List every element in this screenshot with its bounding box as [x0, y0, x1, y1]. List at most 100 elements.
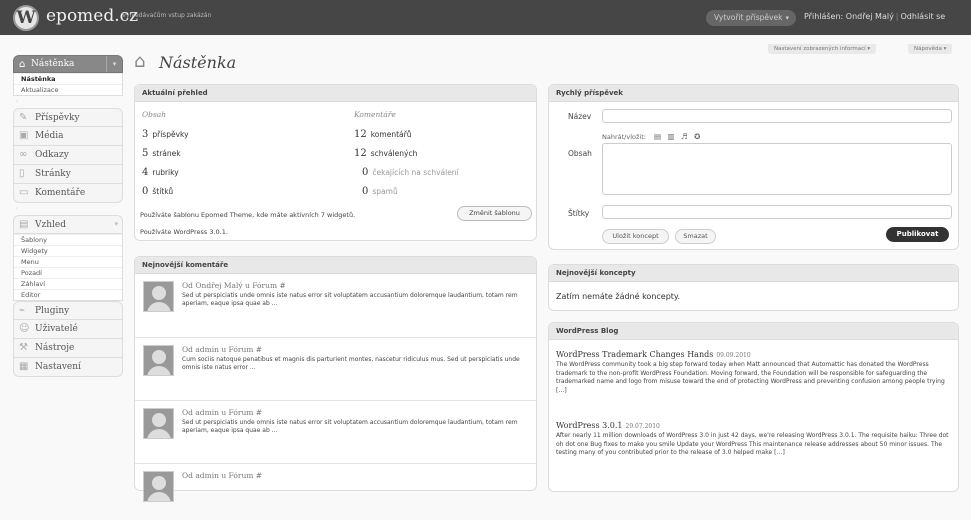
blog-post: WordPress Trademark Changes Hands 09.09.2… — [556, 350, 954, 395]
avatar — [143, 281, 174, 312]
stat-row[interactable]: 4 rubriky — [142, 167, 179, 178]
save-draft-button[interactable]: Uložit koncept — [602, 229, 669, 244]
menu-settings[interactable]: ▦ Nastavení — [13, 358, 123, 377]
dashboard-submenu: Nástěnka Aktualizace — [13, 73, 123, 96]
stat-row[interactable]: 12 komentářů — [354, 129, 411, 140]
reset-button[interactable]: Smazat — [675, 229, 716, 244]
avatar — [143, 408, 174, 439]
menu-plugins[interactable]: ⌁ Pluginy — [13, 301, 123, 320]
submenu-item-themes[interactable]: Šablony — [14, 234, 122, 245]
site-visibility-note[interactable]: Vyhledávačům vstup zakázán — [122, 12, 211, 19]
content-label: Obsah — [568, 149, 592, 158]
pin-icon: ✎ — [19, 112, 28, 123]
screen-options-tab[interactable]: Nastavení zobrazených informací ▾ — [768, 44, 877, 54]
menu-media[interactable]: ▣ Média — [13, 127, 123, 146]
comment-author[interactable]: Od admin u Fórum # — [182, 471, 262, 480]
submenu-item-updates[interactable]: Aktualizace — [14, 84, 122, 95]
logout-link[interactable]: Odhlásit se — [901, 12, 946, 21]
theme-info: Používáte šablonu Epomed Theme, kde máte… — [140, 211, 356, 219]
favorite-actions-button[interactable]: Vytvořit příspěvek ▾ — [706, 10, 796, 26]
submenu-item-widgets[interactable]: Widgety — [14, 245, 122, 256]
tags-input[interactable] — [602, 205, 952, 219]
wordpress-blog-widget: WordPress Blog WordPress Trademark Chang… — [548, 322, 959, 492]
stat-row[interactable]: 0 štítků — [142, 186, 173, 197]
right-now-widget: Aktuální přehled Obsah Komentáře 3 příspě… — [134, 84, 537, 241]
tags-label: Štítky — [568, 209, 590, 218]
change-theme-button[interactable]: Změnit šablonu — [457, 206, 532, 221]
blog-post-title[interactable]: WordPress Trademark Changes Hands — [556, 350, 713, 359]
chevron-down-icon[interactable]: ▾ — [785, 10, 789, 26]
menu-pages[interactable]: ▯ Stránky — [13, 165, 123, 184]
blog-post-title[interactable]: WordPress 3.0.1 — [556, 421, 623, 430]
page-title: Nástěnka — [159, 53, 237, 72]
version-info: Používáte WordPress 3.0.1. — [140, 228, 228, 236]
menu-tools-label: Nástroje — [35, 343, 75, 353]
menu-users-label: Uživatelé — [35, 324, 78, 334]
recent-comments-widget: Nejnovější komentáře Od Ondřej Malý u Fó… — [134, 256, 537, 502]
menu-comments[interactable]: ▭ Komentáře — [13, 184, 123, 203]
comments-column-header: Komentáře — [354, 110, 396, 119]
stat-row[interactable]: 0 čekajících na schválení — [362, 167, 459, 178]
blog-post-date: 09.09.2010 — [716, 352, 751, 359]
favorite-actions-label: Vytvořit příspěvek — [714, 13, 783, 22]
title-input[interactable] — [602, 109, 952, 123]
media-buttons-icon[interactable]: ▤ ▥ ♬ ✪ — [654, 132, 702, 141]
help-tab[interactable]: Nápověda ▾ — [908, 44, 953, 54]
submenu-item-editor[interactable]: Editor — [14, 289, 122, 300]
submenu-item-background[interactable]: Pozadí — [14, 267, 122, 278]
widget-title[interactable]: Nejnovější komentáře — [135, 257, 536, 274]
menu-dashboard[interactable]: ⌂ Nástěnka ▾ — [13, 55, 123, 73]
menu-media-label: Média — [35, 131, 64, 141]
menu-appearance[interactable]: ▤ Vzhled ▾ — [13, 215, 123, 234]
blog-post: WordPress 3.0.1 29.07.2010 After nearly 1… — [556, 421, 954, 458]
comment-excerpt: Sed ut perspiciatis unde omnis iste natu… — [182, 292, 518, 307]
plugin-icon: ⌁ — [19, 305, 26, 316]
submenu-item-header[interactable]: Záhlaví — [14, 278, 122, 289]
submenu-item-menus[interactable]: Menu — [14, 256, 122, 267]
comment-author[interactable]: Od admin u Fórum # — [182, 408, 262, 417]
comment-author[interactable]: Od Ondřej Malý u Fórum # — [182, 281, 286, 290]
no-drafts-message: Zatím nemáte žádné koncepty. — [556, 292, 681, 301]
user-name-link[interactable]: Přihlášen: Ondřej Malý — [804, 12, 894, 21]
widget-title[interactable]: Nejnovější koncepty — [549, 265, 958, 282]
submenu-item-dashboard[interactable]: Nástěnka — [14, 73, 122, 84]
quick-press-widget: Rychlý příspěvek Název Nahrát/vložit: ▤ … — [548, 84, 959, 250]
stat-row[interactable]: 5 stránek — [142, 148, 181, 159]
menu-toggle-icon[interactable]: ▾ — [114, 220, 118, 228]
title-label: Název — [568, 112, 592, 121]
menu-tools[interactable]: ⚒ Nástroje — [13, 339, 123, 358]
stat-row[interactable]: 0 spamů — [362, 186, 398, 197]
user-info: Přihlášen: Ondřej Malý | Odhlásit se — [804, 12, 946, 21]
comment-item: Od admin u Fórum # Sed ut perspiciatis un… — [135, 400, 536, 457]
stat-row[interactable]: 3 příspěvky — [142, 129, 189, 140]
widget-title[interactable]: Rychlý příspěvek — [549, 85, 958, 102]
content-textarea[interactable] — [602, 143, 952, 195]
widget-title[interactable]: WordPress Blog — [549, 323, 958, 340]
wordpress-logo-icon[interactable]: W — [13, 5, 39, 31]
menu-plugins-label: Pluginy — [35, 306, 70, 316]
blog-post-date: 29.07.2010 — [625, 423, 660, 430]
menu-posts[interactable]: ✎ Příspěvky — [13, 108, 123, 127]
admin-menu: ⌂ Nástěnka ▾ Nástěnka Aktualizace ◦ ✎ Pří… — [13, 55, 123, 377]
content-column-header: Obsah — [142, 110, 167, 119]
settings-icon: ▦ — [19, 361, 29, 372]
upload-label: Nahrát/vložit: — [602, 133, 646, 141]
appearance-submenu: Šablony Widgety Menu Pozadí Záhlaví Edit… — [13, 234, 123, 301]
stat-row[interactable]: 12 schválených — [354, 148, 417, 159]
page-icon: ▯ — [19, 168, 25, 179]
blog-post-excerpt: The WordPress community took a big step … — [556, 361, 945, 394]
menu-pages-label: Stránky — [35, 169, 71, 179]
publish-button[interactable]: Publikovat — [886, 227, 949, 242]
link-icon: ∞ — [19, 149, 28, 160]
menu-links[interactable]: ∞ Odkazy — [13, 146, 123, 165]
comment-author[interactable]: Od admin u Fórum # — [182, 345, 262, 354]
home-icon: ⌂ — [19, 59, 26, 70]
menu-toggle-icon[interactable]: ▾ — [106, 56, 122, 72]
widget-title[interactable]: Aktuální přehled — [135, 85, 536, 102]
blog-post-excerpt: After nearly 11 million downloads of Wor… — [556, 432, 949, 456]
users-icon: ☺ — [19, 323, 30, 334]
menu-separator: ◦ — [15, 205, 20, 213]
avatar — [143, 345, 174, 376]
comment-excerpt: Cum sociis natoque penatibus et magnis d… — [182, 356, 520, 371]
menu-users[interactable]: ☺ Uživatelé — [13, 320, 123, 339]
